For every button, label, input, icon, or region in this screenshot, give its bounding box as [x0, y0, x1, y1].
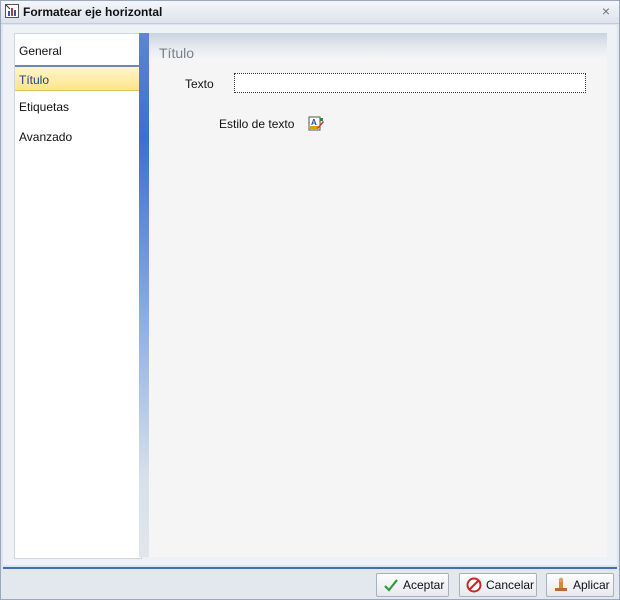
dialog-content: General Título Etiquetas Avanzado Título…: [3, 25, 617, 565]
nav-item-titulo[interactable]: Título: [15, 65, 139, 91]
nav-item-general[interactable]: General: [15, 38, 139, 64]
nav-item-etiquetas[interactable]: Etiquetas: [15, 94, 139, 120]
svg-text:A: A: [311, 118, 317, 127]
close-icon[interactable]: ×: [599, 4, 613, 18]
chart-icon: [5, 4, 19, 18]
nav-item-avanzado[interactable]: Avanzado: [15, 124, 139, 150]
category-nav: General Título Etiquetas Avanzado: [14, 33, 142, 559]
estilo-texto-label: Estilo de texto: [219, 117, 295, 131]
texto-input[interactable]: [234, 73, 586, 93]
settings-panel: Título Texto Estilo de texto A: [149, 33, 607, 557]
apply-button[interactable]: Aplicar: [546, 573, 614, 597]
panel-title: Título: [159, 45, 195, 61]
panel-header: [149, 33, 607, 59]
apply-label: Aplicar: [573, 578, 610, 592]
window-title: Formatear eje horizontal: [23, 5, 163, 19]
apply-icon: [555, 577, 567, 591]
cancel-button[interactable]: Cancelar: [459, 573, 537, 597]
texto-label: Texto: [185, 77, 214, 91]
cancel-label: Cancelar: [486, 578, 535, 592]
accept-button[interactable]: Aceptar: [376, 573, 449, 597]
button-bar: Aceptar Cancelar Aplicar: [1, 569, 619, 599]
title-bar: Formatear eje horizontal ×: [1, 1, 619, 24]
accept-label: Aceptar: [403, 578, 445, 592]
nav-divider-bar: [139, 33, 149, 557]
dialog-window: Formatear eje horizontal × General Títul…: [0, 0, 620, 600]
cancel-icon: [466, 577, 482, 593]
check-icon: [384, 579, 398, 592]
text-style-icon[interactable]: A: [308, 116, 324, 132]
